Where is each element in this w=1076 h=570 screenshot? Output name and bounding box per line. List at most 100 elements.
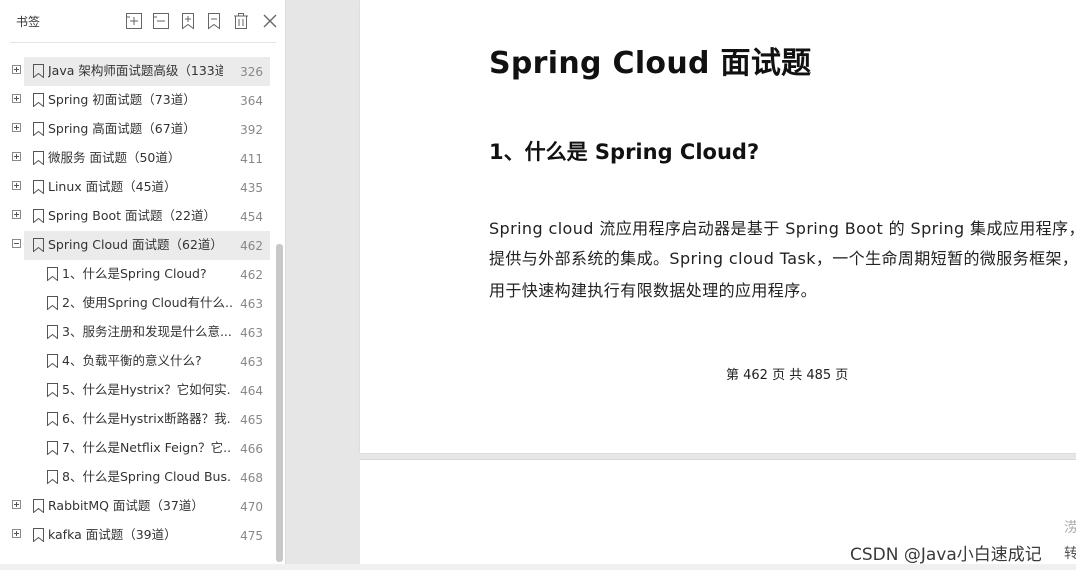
bookmark-subitem[interactable]: 5、什么是Hystrix？它如何实... 464 — [0, 376, 270, 405]
bookmark-label: Spring Boot 面试题（22道） — [48, 208, 216, 223]
bookmark-icon — [33, 122, 44, 136]
bookmark-subitem[interactable]: 4、负载平衡的意义什么? 463 — [0, 347, 270, 376]
expand-toggle-icon[interactable] — [12, 65, 21, 74]
bookmark-label: Linux 面试题（45道） — [48, 179, 177, 194]
bookmark-page-number: 463 — [240, 297, 263, 311]
expand-all-icon — [126, 13, 142, 29]
bookmark-scrollbar[interactable] — [276, 244, 283, 562]
bookmark-label: RabbitMQ 面试题（37道） — [48, 498, 204, 513]
collapse-all-icon — [153, 13, 169, 29]
bookmark-label: 1、什么是Spring Cloud? — [62, 266, 207, 281]
bookmark-icon — [47, 470, 58, 484]
bookmark-label: 微服务 面试题（50道） — [48, 150, 181, 165]
add-bookmark-icon — [182, 13, 194, 30]
bookmark-subitem[interactable]: 7、什么是Netflix Feign？它... 466 — [0, 434, 270, 463]
bookmark-page-number: 454 — [240, 210, 263, 224]
bookmark-item[interactable]: Spring 高面试题（67道） 392 — [12, 115, 270, 144]
expand-toggle-icon[interactable] — [12, 500, 21, 509]
bookmark-page-number: 466 — [240, 442, 263, 456]
bookmark-page-number: 468 — [240, 471, 263, 485]
bookmark-page-number: 465 — [240, 413, 263, 427]
page-title: Spring Cloud 面试题 — [489, 46, 812, 81]
remove-bookmark-button[interactable] — [205, 12, 223, 30]
bookmark-icon — [47, 267, 58, 281]
bookmark-page-number: 475 — [240, 529, 263, 543]
expand-toggle-icon[interactable] — [12, 529, 21, 538]
bookmark-item[interactable]: Spring 初面试题（73道） 364 — [12, 86, 270, 115]
bookmark-icon — [33, 238, 44, 252]
edge-text: 涝 — [1064, 520, 1076, 536]
bookmark-page-number: 470 — [240, 500, 263, 514]
bookmark-label: Spring Cloud 面试题（62道） — [48, 237, 223, 252]
bookmark-subitem[interactable]: 6、什么是Hystrix断路器？我... 465 — [0, 405, 270, 434]
collapse-all-button[interactable] — [152, 12, 170, 30]
bookmark-label: 2、使用Spring Cloud有什么... — [62, 295, 232, 310]
bookmark-label: 4、负载平衡的意义什么? — [62, 353, 202, 368]
bookmark-label: 5、什么是Hystrix？它如何实... — [62, 382, 232, 397]
bookmark-label: Spring 初面试题（73道） — [48, 92, 196, 107]
status-strip — [0, 564, 1076, 570]
bookmark-panel: 书签 Java 架构师面试题高级（133道） 326 Spring 初面试题（7… — [0, 0, 286, 570]
bookmark-subitem[interactable]: 8、什么是Spring Cloud Bus... 468 — [0, 463, 270, 492]
bookmark-icon — [47, 441, 58, 455]
close-icon — [263, 14, 277, 28]
bookmark-label: kafka 面试题（39道） — [48, 527, 177, 542]
trash-icon — [234, 13, 248, 29]
bookmark-subitem[interactable]: 1、什么是Spring Cloud? 462 — [0, 260, 270, 289]
header-divider — [10, 42, 276, 43]
bookmark-page-number: 326 — [240, 65, 263, 79]
bookmark-label: 8、什么是Spring Cloud Bus... — [62, 469, 232, 484]
bookmark-icon — [47, 296, 58, 310]
paragraph-line: 用于快速构建执行有限数据处理的应用程序。 — [489, 281, 818, 300]
bookmark-icon — [33, 528, 44, 542]
bookmark-item[interactable]: Java 架构师面试题高级（133道） 326 — [12, 57, 270, 86]
bookmark-page-number: 411 — [240, 152, 263, 166]
bookmark-item[interactable]: kafka 面试题（39道） 475 — [12, 521, 270, 550]
bookmark-icon — [33, 151, 44, 165]
bookmark-icon — [33, 209, 44, 223]
bookmark-item[interactable]: Spring Cloud 面试题（62道） 462 — [12, 231, 270, 260]
bookmark-icon — [47, 383, 58, 397]
bookmark-item[interactable]: Linux 面试题（45道） 435 — [12, 173, 270, 202]
bookmark-panel-header: 书签 — [0, 0, 286, 42]
add-bookmark-button[interactable] — [179, 12, 197, 30]
bookmark-icon — [47, 354, 58, 368]
expand-toggle-icon[interactable] — [12, 94, 21, 103]
bookmark-subitem[interactable]: 3、服务注册和发现是什么意... 463 — [0, 318, 270, 347]
document-page: Spring Cloud 面试题 1、什么是 Spring Cloud? Spr… — [360, 0, 1076, 453]
bookmark-icon — [33, 499, 44, 513]
paragraph-line: 提供与外部系统的集成。Spring cloud Task，一个生命周期短暂的微服… — [489, 249, 1076, 268]
bookmark-item[interactable]: RabbitMQ 面试题（37道） 470 — [12, 492, 270, 521]
close-panel-button[interactable] — [261, 12, 279, 30]
bookmark-subitem[interactable]: 2、使用Spring Cloud有什么... 463 — [0, 289, 270, 318]
bookmark-label: Spring 高面试题（67道） — [48, 121, 196, 136]
watermark: CSDN @Java小白速成记 — [850, 545, 1042, 565]
bookmark-page-number: 392 — [240, 123, 263, 137]
bookmark-item[interactable]: 微服务 面试题（50道） 411 — [12, 144, 270, 173]
expand-toggle-icon[interactable] — [12, 123, 21, 132]
expand-toggle-icon[interactable] — [12, 210, 21, 219]
bookmark-icon — [33, 64, 44, 78]
remove-bookmark-icon — [208, 13, 220, 30]
bookmark-item[interactable]: Spring Boot 面试题（22道） 454 — [12, 202, 270, 231]
edge-text: 转 — [1064, 546, 1076, 562]
bookmark-page-number: 462 — [240, 239, 263, 253]
expand-all-button[interactable] — [125, 12, 143, 30]
bookmark-page-number: 364 — [240, 94, 263, 108]
document-view: Spring Cloud 面试题 1、什么是 Spring Cloud? Spr… — [286, 0, 1076, 570]
bookmark-label: 6、什么是Hystrix断路器？我... — [62, 411, 232, 426]
question-heading: 1、什么是 Spring Cloud? — [489, 140, 760, 164]
expand-toggle-icon[interactable] — [12, 181, 21, 190]
collapse-toggle-icon[interactable] — [12, 239, 21, 248]
bookmark-icon — [47, 412, 58, 426]
delete-bookmark-button[interactable] — [232, 12, 250, 30]
expand-toggle-icon[interactable] — [12, 152, 21, 161]
bookmark-icon — [33, 93, 44, 107]
bookmark-label: Java 架构师面试题高级（133道） — [48, 63, 223, 78]
bookmark-page-number: 463 — [240, 355, 263, 369]
bookmark-icon — [47, 325, 58, 339]
bookmark-page-number: 464 — [240, 384, 263, 398]
bookmark-icon — [33, 180, 44, 194]
page-footer: 第 462 页 共 485 页 — [726, 368, 849, 383]
bookmark-page-number: 462 — [240, 268, 263, 282]
